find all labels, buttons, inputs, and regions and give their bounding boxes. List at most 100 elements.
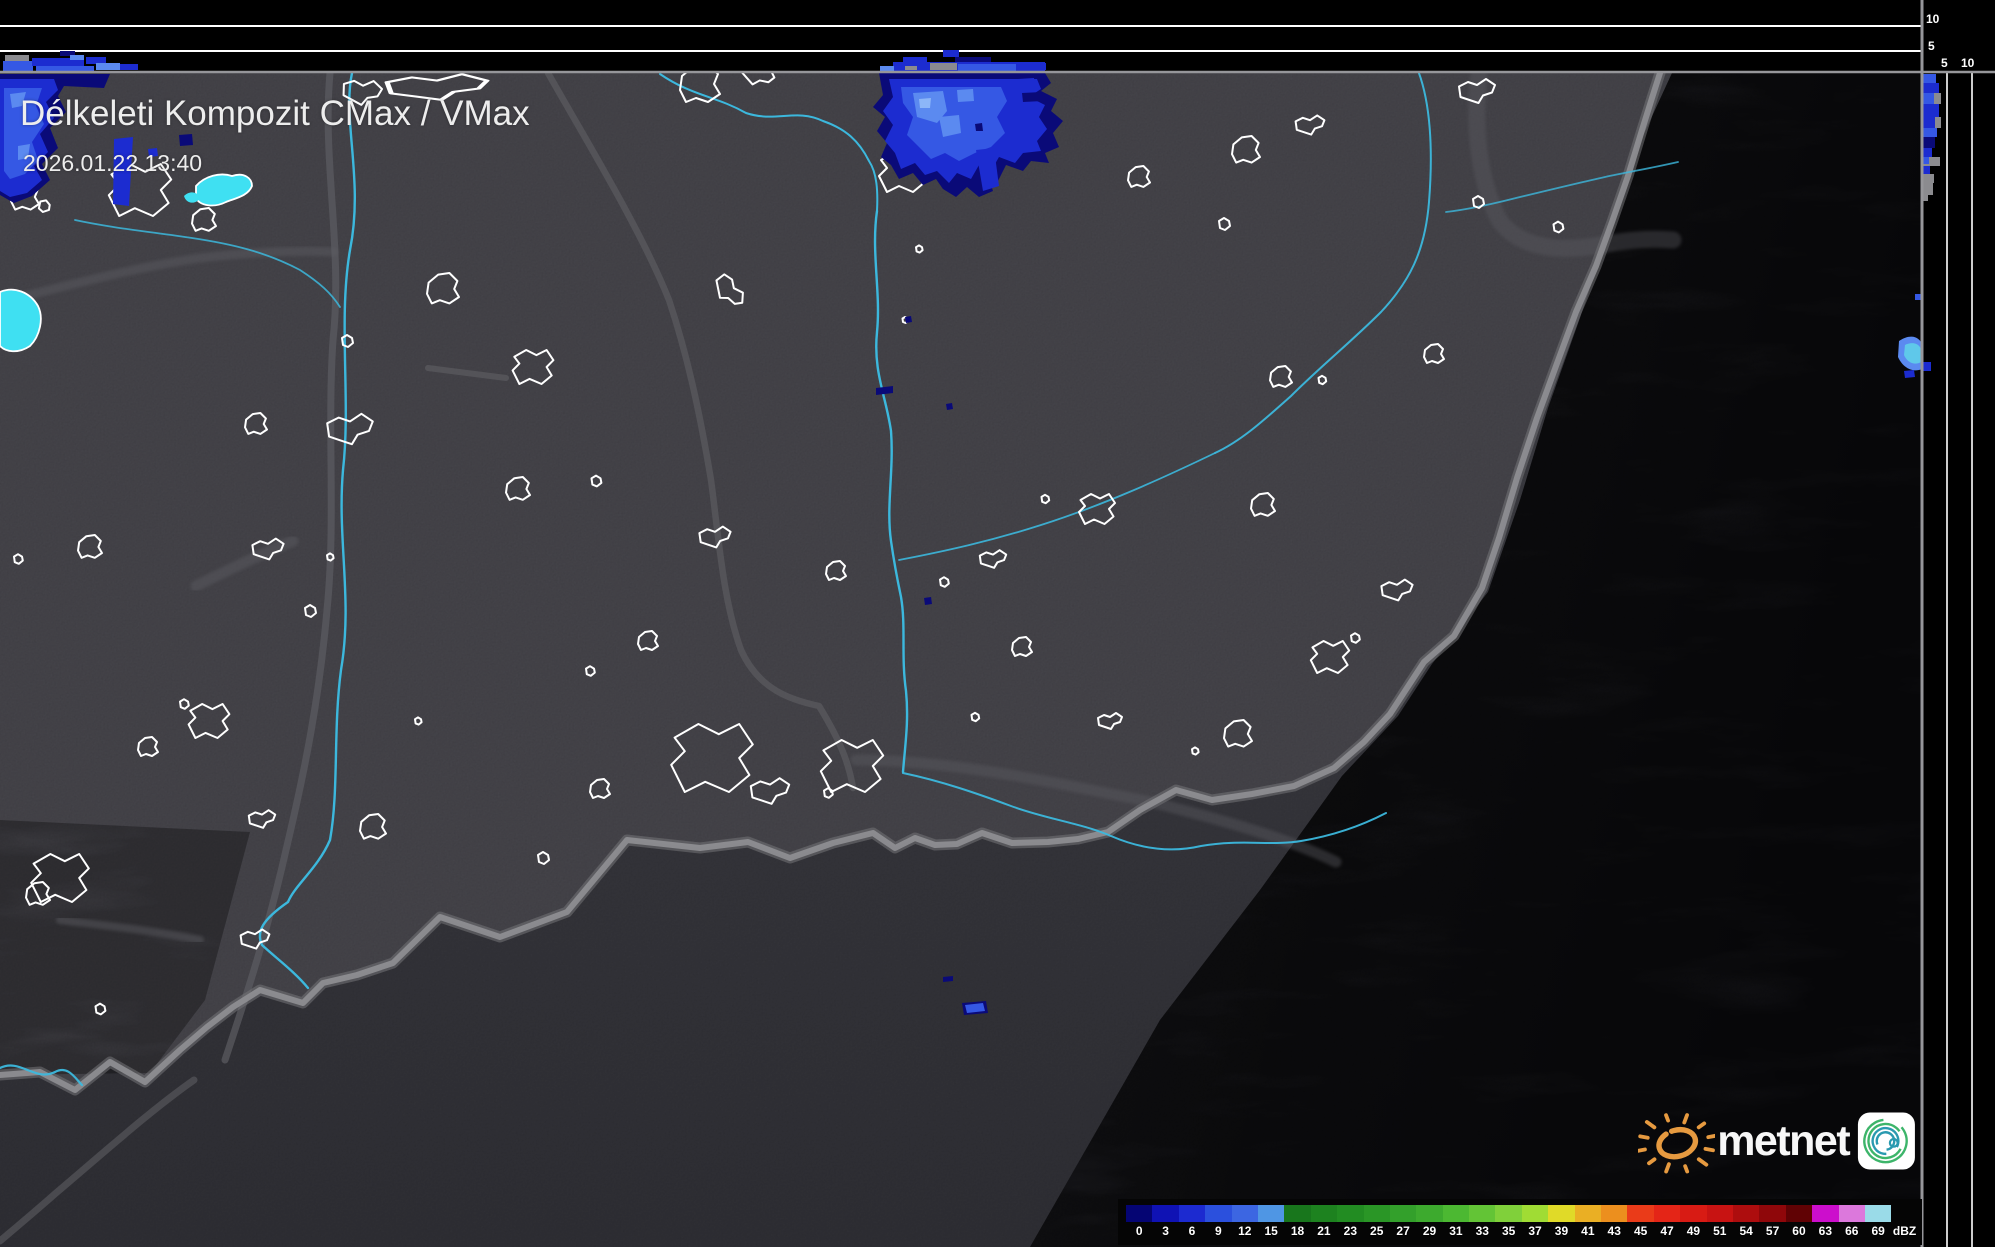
right-profile-echo-bar (1922, 93, 1934, 104)
dbz-color-segment (1389, 1205, 1417, 1222)
dbz-color-segment (1310, 1205, 1338, 1222)
right-profile-echo-bar (1922, 104, 1939, 117)
dbz-color-segment (1442, 1205, 1470, 1222)
metnet-wordmark: metnet (1717, 1116, 1850, 1165)
dbz-color-segment (1732, 1205, 1760, 1222)
dbz-color-segment (1680, 1205, 1707, 1222)
top-profile-axis-label-10: 10 (1926, 12, 1940, 26)
dbz-tick-label: 25 (1370, 1224, 1384, 1238)
dbz-tick-label: 66 (1845, 1224, 1859, 1238)
dbz-color-segment (1601, 1205, 1628, 1222)
dbz-tick-label: 60 (1792, 1224, 1806, 1238)
dbz-color-segment (1257, 1205, 1285, 1222)
dbz-tick-label: 15 (1264, 1224, 1278, 1238)
dbz-tick-label: 18 (1290, 1224, 1305, 1238)
radar-echo (179, 134, 193, 146)
dbz-tick-label: 31 (1449, 1224, 1463, 1238)
top-profile-echo-bar (120, 64, 138, 70)
right-profile-axis-label-10: 10 (1961, 56, 1975, 70)
top-profile-echo-bar (905, 66, 917, 70)
dbz-tick-label: 47 (1660, 1224, 1674, 1238)
dbz-color-segment (1838, 1205, 1865, 1222)
dbz-color-segment (1469, 1205, 1496, 1222)
dbz-color-scale: 0 3 6 9 12 15 18 21 23 25 27 29 31 33 35 37 39 41 43 45 47 49… (1118, 1199, 1922, 1245)
dbz-tick-label: 45 (1633, 1224, 1648, 1238)
right-profile-echo-bar (1922, 117, 1935, 128)
sun-icon (1638, 1113, 1716, 1174)
dbz-color-segment (1416, 1205, 1443, 1222)
right-profile-echo-bar (1922, 128, 1937, 137)
dbz-color-segment (1864, 1205, 1892, 1222)
dbz-tick-label: 57 (1765, 1224, 1780, 1238)
dbz-color-segment (1653, 1205, 1681, 1222)
right-profile-echo-bar (1922, 83, 1939, 93)
top-profile-echo-bar (943, 50, 959, 57)
dbz-tick-label: 43 (1607, 1224, 1621, 1238)
radar-echo (1022, 92, 1043, 102)
right-profile-axis-label-5: 5 (1941, 56, 1948, 70)
radar-echo (905, 316, 912, 323)
top-profile-echo-bar (958, 64, 1016, 71)
dbz-color-segment (1231, 1205, 1258, 1222)
radar-echo (1018, 78, 1035, 89)
metnet-logo[interactable]: metnet (1638, 1098, 1916, 1184)
dbz-color-segment (1178, 1205, 1206, 1222)
dbz-tick-label: 51 (1713, 1224, 1727, 1238)
dbz-tick-label: 54 (1739, 1224, 1753, 1238)
top-profile-echo-bar (96, 63, 120, 70)
dbz-color-segment (1126, 1205, 1153, 1222)
dbz-color-segment (1337, 1205, 1364, 1222)
radar-echo (975, 123, 983, 131)
right-profile-echo-bar (1922, 74, 1936, 83)
radar-echo (919, 98, 931, 108)
dbz-color-segment (1548, 1205, 1575, 1222)
dbz-color-segment (1574, 1205, 1602, 1222)
dbz-tick-label: 6 (1188, 1224, 1196, 1238)
dbz-tick-label: 33 (1475, 1224, 1489, 1238)
radar-map-canvas (0, 0, 1995, 1247)
dbz-color-segment (1363, 1205, 1390, 1222)
right-profile-echo-bar (1922, 137, 1935, 148)
dbz-tick-label: 9 (1215, 1224, 1222, 1238)
map-layers (0, 72, 1922, 1247)
dbz-tick-label: 23 (1343, 1224, 1357, 1238)
dbz-tick-label: 69 (1871, 1224, 1885, 1238)
dbz-tick-label: 39 (1554, 1224, 1569, 1238)
radar-echo (946, 403, 953, 410)
dbz-color-bar (1126, 1205, 1892, 1222)
radar-echo (1915, 294, 1921, 300)
dbz-tick-label: 35 (1501, 1224, 1516, 1238)
dbz-color-segment (1521, 1205, 1549, 1222)
dbz-tick-label: 29 (1422, 1224, 1437, 1238)
dbz-color-segment (1495, 1205, 1522, 1222)
dbz-color-segment (1785, 1205, 1813, 1222)
top-profile-echo-bar (70, 55, 84, 60)
dbz-tick-label: 63 (1818, 1224, 1833, 1238)
top-profile-echo-bar (880, 66, 894, 71)
dbz-tick-label: 12 (1238, 1224, 1252, 1238)
dbz-color-segment (1706, 1205, 1733, 1222)
right-profile-echo-bar (1922, 174, 1934, 183)
dbz-color-segment (1759, 1205, 1786, 1222)
dbz-color-segment (1627, 1205, 1654, 1222)
dbz-color-segment (1284, 1205, 1311, 1222)
dbz-tick-label: 37 (1528, 1224, 1542, 1238)
top-profile-echo-bar (5, 55, 29, 61)
top-profile-echo-bar (86, 57, 106, 64)
page-title: Délkeleti Kompozit CMax / VMax (20, 94, 530, 133)
dbz-color-segment (1812, 1205, 1839, 1222)
dbz-color-segment (1152, 1205, 1179, 1222)
top-profile-axis-label-5: 5 (1928, 39, 1935, 53)
dbz-tick-label: 0 (1135, 1224, 1143, 1238)
dbz-tick-label: 41 (1581, 1224, 1595, 1238)
right-profile-echo-bar (1922, 183, 1933, 195)
metnet-app-icon[interactable] (1857, 1109, 1916, 1173)
dbz-tick-label: dBZ (1892, 1224, 1917, 1238)
top-profile-echo-bar (1016, 63, 1046, 70)
dbz-tick-label: 3 (1162, 1224, 1169, 1238)
dbz-tick-label: 21 (1317, 1224, 1331, 1238)
dbz-color-segment (1205, 1205, 1232, 1222)
top-profile-echo-bar (3, 61, 33, 71)
radar-composite-app: Délkeleti Kompozit CMax / VMax 2026.01.2… (0, 0, 1995, 1247)
radar-echo (943, 976, 953, 982)
